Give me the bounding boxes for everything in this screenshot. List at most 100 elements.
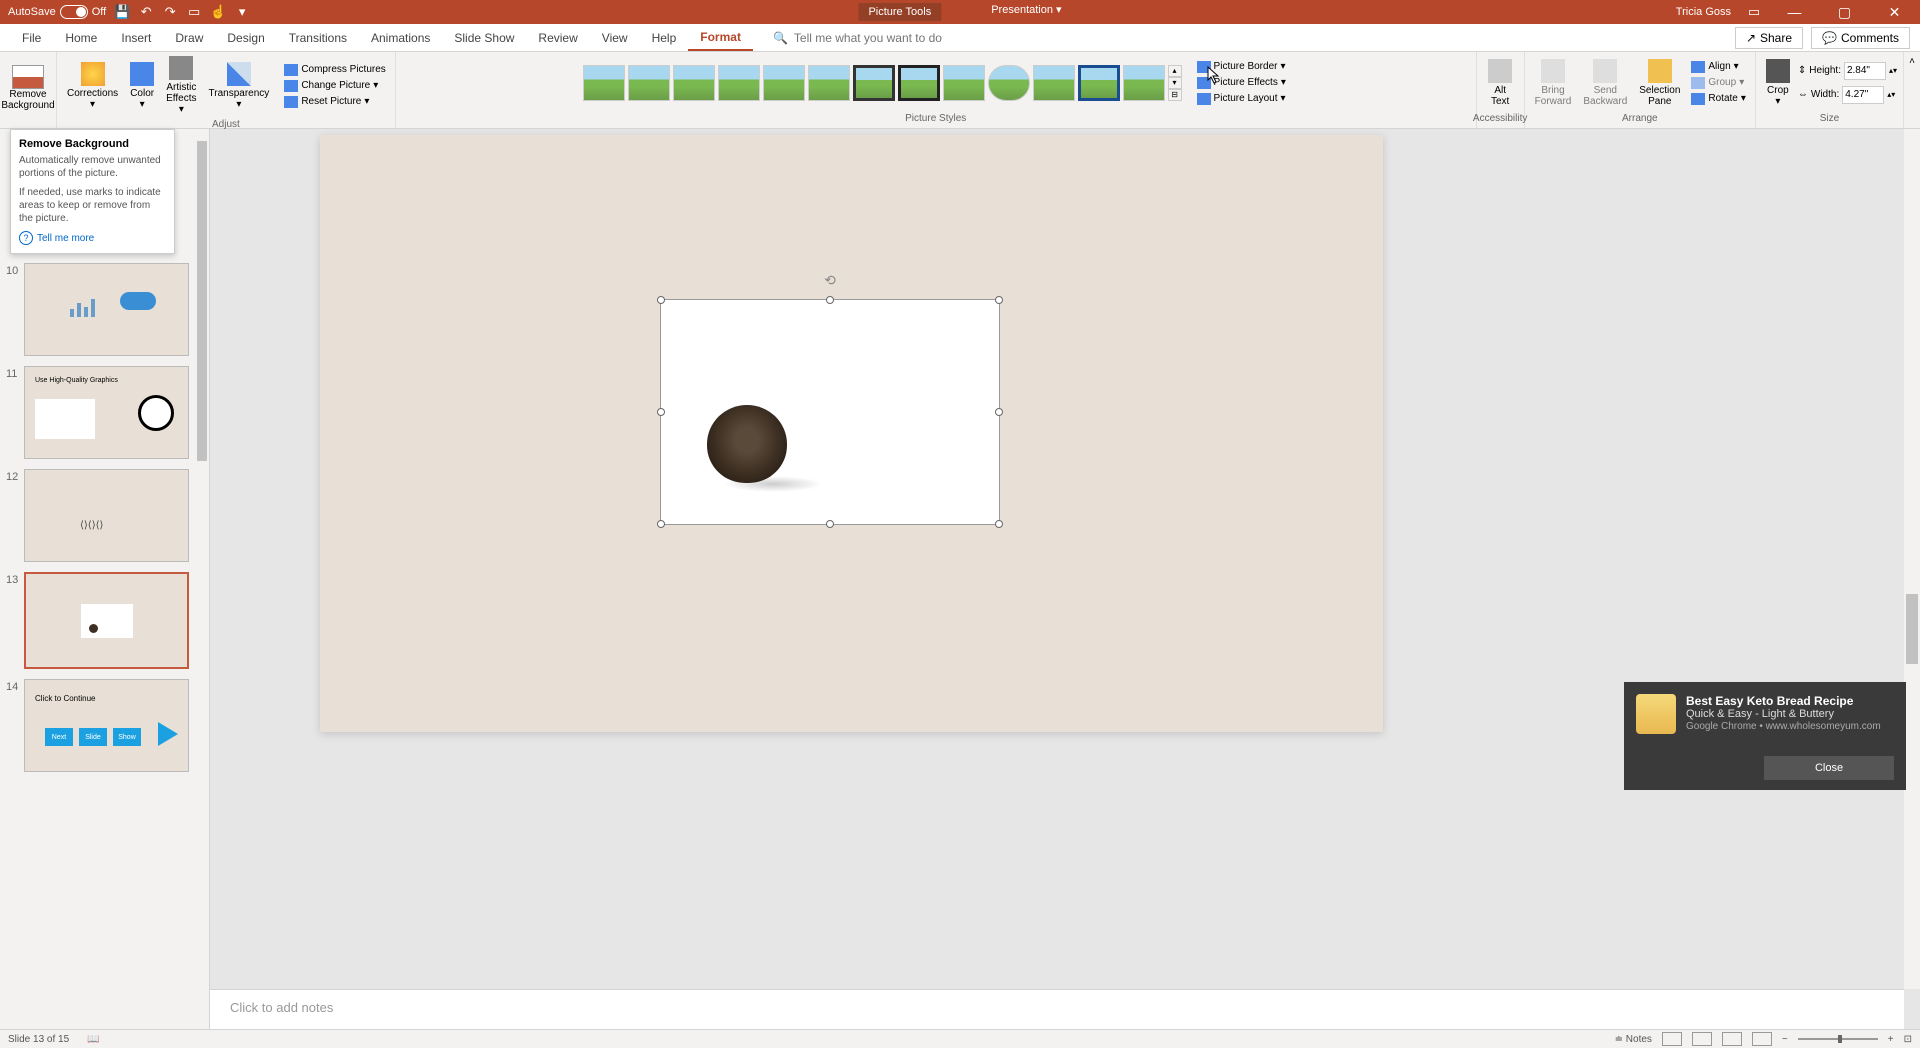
style-thumb[interactable] bbox=[898, 65, 940, 101]
maximize-button[interactable]: ▢ bbox=[1827, 0, 1862, 24]
tab-animations[interactable]: Animations bbox=[359, 26, 442, 50]
style-thumb[interactable] bbox=[853, 65, 895, 101]
slide-sorter-button[interactable] bbox=[1692, 1032, 1712, 1046]
zoom-in-button[interactable]: + bbox=[1888, 1034, 1894, 1045]
gallery-more-button[interactable]: ⊟ bbox=[1168, 89, 1182, 101]
resize-handle[interactable] bbox=[995, 296, 1003, 304]
spinner-icon[interactable]: ▴▾ bbox=[1887, 90, 1895, 99]
style-thumb[interactable] bbox=[808, 65, 850, 101]
share-button[interactable]: ↗ Share bbox=[1735, 27, 1803, 49]
resize-handle[interactable] bbox=[826, 520, 834, 528]
style-thumb[interactable] bbox=[988, 65, 1030, 101]
picture-layout-button[interactable]: Picture Layout ▾ bbox=[1194, 92, 1289, 106]
change-picture-button[interactable]: Change Picture ▾ bbox=[281, 79, 388, 93]
style-thumb[interactable] bbox=[673, 65, 715, 101]
tab-help[interactable]: Help bbox=[640, 26, 689, 50]
minimize-button[interactable]: — bbox=[1777, 0, 1812, 24]
tab-home[interactable]: Home bbox=[53, 26, 109, 50]
rotate-button[interactable]: Rotate ▾ bbox=[1688, 92, 1749, 106]
height-input[interactable] bbox=[1844, 62, 1886, 80]
style-thumb[interactable] bbox=[763, 65, 805, 101]
touch-icon[interactable]: ☝ bbox=[210, 4, 226, 20]
slide-thumbnail-panel[interactable]: 10 11 Use High-Quality Graphics 12 ⟨⟩⟨⟩⟨… bbox=[0, 129, 210, 1029]
tab-design[interactable]: Design bbox=[215, 26, 276, 50]
slide-canvas-area[interactable]: ⟲ Click to add notes Best Easy Keto bbox=[210, 129, 1920, 1029]
picture-border-button[interactable]: Picture Border ▾ bbox=[1194, 60, 1289, 74]
picture-tools-tab[interactable]: Picture Tools bbox=[858, 3, 941, 21]
send-backward-button[interactable]: Send Backward bbox=[1579, 57, 1631, 109]
tab-slideshow[interactable]: Slide Show bbox=[442, 26, 526, 50]
tell-me-more-link[interactable]: ?Tell me more bbox=[19, 231, 166, 245]
style-thumb[interactable] bbox=[1033, 65, 1075, 101]
save-icon[interactable]: 💾 bbox=[114, 4, 130, 20]
remove-background-button[interactable]: Remove Background bbox=[0, 63, 59, 113]
tab-draw[interactable]: Draw bbox=[163, 26, 215, 50]
color-button[interactable]: Color▾ bbox=[126, 60, 158, 112]
resize-handle[interactable] bbox=[657, 408, 665, 416]
autosave-toggle[interactable]: AutoSave Off bbox=[8, 5, 106, 19]
style-thumb[interactable] bbox=[583, 65, 625, 101]
artistic-effects-button[interactable]: Artistic Effects▾ bbox=[162, 54, 200, 117]
resize-handle[interactable] bbox=[995, 520, 1003, 528]
slide-thumb-10[interactable] bbox=[24, 263, 189, 356]
slide-thumb-11[interactable]: Use High-Quality Graphics bbox=[24, 366, 189, 459]
corrections-button[interactable]: Corrections▾ bbox=[63, 60, 122, 112]
tab-insert[interactable]: Insert bbox=[109, 26, 163, 50]
notes-input[interactable]: Click to add notes bbox=[210, 989, 1904, 1029]
rotation-handle-icon[interactable]: ⟲ bbox=[824, 272, 836, 289]
group-button[interactable]: Group ▾ bbox=[1688, 76, 1749, 90]
fit-to-window-button[interactable]: ⊡ bbox=[1904, 1034, 1912, 1045]
width-input[interactable] bbox=[1842, 86, 1884, 104]
tab-file[interactable]: File bbox=[10, 26, 53, 50]
tab-transitions[interactable]: Transitions bbox=[277, 26, 359, 50]
present-icon[interactable]: ▭ bbox=[186, 4, 202, 20]
notes-toggle[interactable]: ≐ Notes bbox=[1615, 1034, 1652, 1045]
presentation-name[interactable]: Presentation ▾ bbox=[991, 3, 1061, 21]
selection-pane-button[interactable]: Selection Pane bbox=[1635, 57, 1684, 109]
zoom-slider[interactable] bbox=[1798, 1038, 1878, 1040]
style-thumb[interactable] bbox=[628, 65, 670, 101]
slide-canvas[interactable]: ⟲ bbox=[320, 135, 1383, 732]
reset-picture-button[interactable]: Reset Picture ▾ bbox=[281, 95, 388, 109]
gallery-up-button[interactable]: ▴ bbox=[1168, 65, 1182, 77]
resize-handle[interactable] bbox=[995, 408, 1003, 416]
resize-handle[interactable] bbox=[657, 296, 665, 304]
picture-effects-button[interactable]: Picture Effects ▾ bbox=[1194, 76, 1289, 90]
notification-close-button[interactable]: Close bbox=[1764, 756, 1894, 780]
customize-qa-icon[interactable]: ▾ bbox=[234, 4, 250, 20]
slide-counter[interactable]: Slide 13 of 15 bbox=[8, 1034, 69, 1045]
panel-scrollbar[interactable] bbox=[195, 129, 209, 1029]
resize-handle[interactable] bbox=[826, 296, 834, 304]
tab-format[interactable]: Format bbox=[688, 25, 753, 51]
comments-button[interactable]: 💬 Comments bbox=[1811, 27, 1910, 49]
slide-thumb-13[interactable] bbox=[24, 572, 189, 669]
style-thumb[interactable] bbox=[1123, 65, 1165, 101]
collapse-ribbon-icon[interactable]: ˄ bbox=[1909, 56, 1915, 67]
search-input[interactable] bbox=[794, 31, 974, 45]
resize-handle[interactable] bbox=[657, 520, 665, 528]
slide-thumb-14[interactable]: Click to Continue Next Slide Show bbox=[24, 679, 189, 772]
alt-text-button[interactable]: Alt Text bbox=[1484, 57, 1516, 109]
bring-forward-button[interactable]: Bring Forward bbox=[1531, 57, 1576, 109]
slide-thumb-12[interactable]: ⟨⟩⟨⟩⟨⟩ bbox=[24, 469, 189, 562]
normal-view-button[interactable] bbox=[1662, 1032, 1682, 1046]
style-thumb[interactable] bbox=[943, 65, 985, 101]
style-thumb[interactable] bbox=[1078, 65, 1120, 101]
chrome-notification[interactable]: Best Easy Keto Bread Recipe Quick & Easy… bbox=[1624, 682, 1906, 790]
transparency-button[interactable]: Transparency▾ bbox=[205, 60, 274, 112]
redo-icon[interactable]: ↷ bbox=[162, 4, 178, 20]
selected-image[interactable]: ⟲ bbox=[660, 299, 1000, 525]
spinner-icon[interactable]: ▴▾ bbox=[1889, 66, 1897, 75]
undo-icon[interactable]: ↶ bbox=[138, 4, 154, 20]
align-button[interactable]: Align ▾ bbox=[1688, 60, 1749, 74]
canvas-scrollbar[interactable] bbox=[1904, 129, 1920, 989]
compress-pictures-button[interactable]: Compress Pictures bbox=[281, 63, 388, 77]
ribbon-display-icon[interactable]: ▭ bbox=[1746, 4, 1762, 20]
tell-me-search[interactable]: 🔍 bbox=[773, 31, 974, 45]
tab-view[interactable]: View bbox=[590, 26, 640, 50]
tab-review[interactable]: Review bbox=[526, 26, 589, 50]
gallery-down-button[interactable]: ▾ bbox=[1168, 77, 1182, 89]
spell-check-icon[interactable]: 📖 bbox=[87, 1034, 99, 1045]
user-name[interactable]: Tricia Goss bbox=[1676, 6, 1731, 18]
close-button[interactable]: ✕ bbox=[1877, 0, 1912, 24]
